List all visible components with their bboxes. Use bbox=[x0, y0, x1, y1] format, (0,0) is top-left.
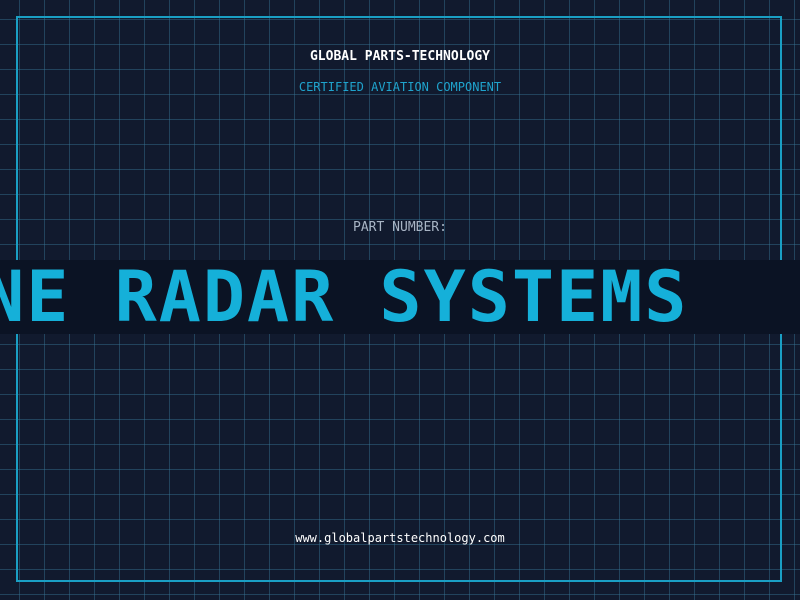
certificate-canvas: GLOBAL PARTS-TECHNOLOGY CERTIFIED AVIATI… bbox=[0, 0, 800, 600]
part-number-value: INE RADAR SYSTEMS bbox=[0, 260, 689, 334]
part-number-label: PART NUMBER: bbox=[353, 220, 447, 235]
tagline: CERTIFIED AVIATION COMPONENT bbox=[298, 80, 502, 94]
part-number-band: INE RADAR SYSTEMS bbox=[0, 260, 800, 334]
website-url: www.globalpartstechnology.com bbox=[295, 531, 505, 545]
company-name: GLOBAL PARTS-TECHNOLOGY bbox=[309, 49, 490, 64]
